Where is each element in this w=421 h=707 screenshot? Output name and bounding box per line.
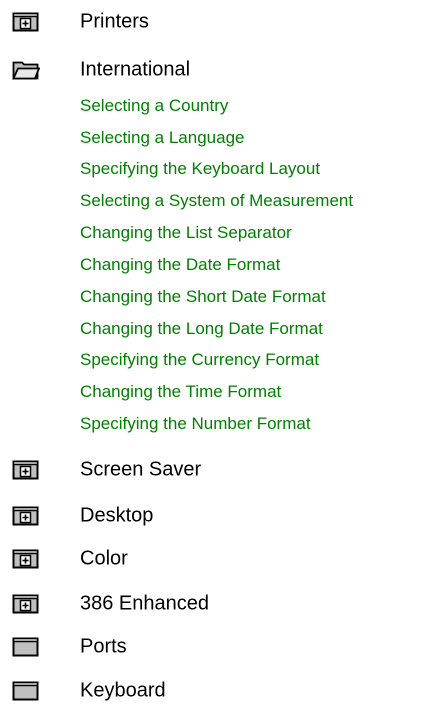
topic-link-long-date-format[interactable]: Changing the Long Date Format: [80, 316, 323, 342]
tree-node-label: Keyboard: [80, 679, 166, 702]
tree-node-color[interactable]: Color: [12, 544, 128, 574]
tree-node-keyboard[interactable]: Keyboard: [12, 676, 166, 706]
help-contents-tree: Printers International Selecting a Count…: [0, 0, 421, 707]
book-open-icon: [12, 59, 41, 81]
tree-node-label: Color: [80, 547, 128, 570]
tree-node-label: Ports: [80, 635, 127, 658]
tree-node-label: 386 Enhanced: [80, 592, 210, 615]
book-closed-icon: [12, 636, 40, 658]
book-closed-plus-icon: [12, 11, 40, 33]
tree-node-label: Printers: [80, 10, 149, 33]
book-closed-plus-icon: [12, 459, 40, 481]
topic-link-number-format[interactable]: Specifying the Number Format: [80, 411, 311, 437]
tree-node-label: Screen Saver: [80, 458, 202, 481]
tree-node-screen-saver[interactable]: Screen Saver: [12, 455, 201, 485]
tree-node-label: International: [80, 58, 191, 81]
book-closed-plus-icon: [12, 548, 40, 570]
tree-node-desktop[interactable]: Desktop: [12, 501, 153, 531]
topic-link-time-format[interactable]: Changing the Time Format: [80, 379, 281, 405]
topic-link-date-format[interactable]: Changing the Date Format: [80, 252, 280, 278]
tree-node-international[interactable]: International: [12, 55, 190, 85]
tree-node-386-enhanced[interactable]: 386 Enhanced: [12, 589, 209, 619]
topic-link-short-date-format[interactable]: Changing the Short Date Format: [80, 284, 326, 310]
book-closed-plus-icon: [12, 593, 40, 615]
topic-link-system-measurement[interactable]: Selecting a System of Measurement: [80, 188, 353, 214]
book-closed-plus-icon: [12, 505, 40, 527]
tree-node-label: Desktop: [80, 504, 154, 527]
tree-node-printers[interactable]: Printers: [12, 7, 149, 37]
topic-link-currency-format[interactable]: Specifying the Currency Format: [80, 347, 319, 373]
book-closed-icon: [12, 680, 40, 702]
topic-link-selecting-language[interactable]: Selecting a Language: [80, 125, 244, 151]
tree-node-ports[interactable]: Ports: [12, 632, 127, 662]
topic-link-keyboard-layout[interactable]: Specifying the Keyboard Layout: [80, 156, 320, 182]
topic-link-list-separator[interactable]: Changing the List Separator: [80, 220, 292, 246]
topic-link-selecting-country[interactable]: Selecting a Country: [80, 93, 228, 119]
